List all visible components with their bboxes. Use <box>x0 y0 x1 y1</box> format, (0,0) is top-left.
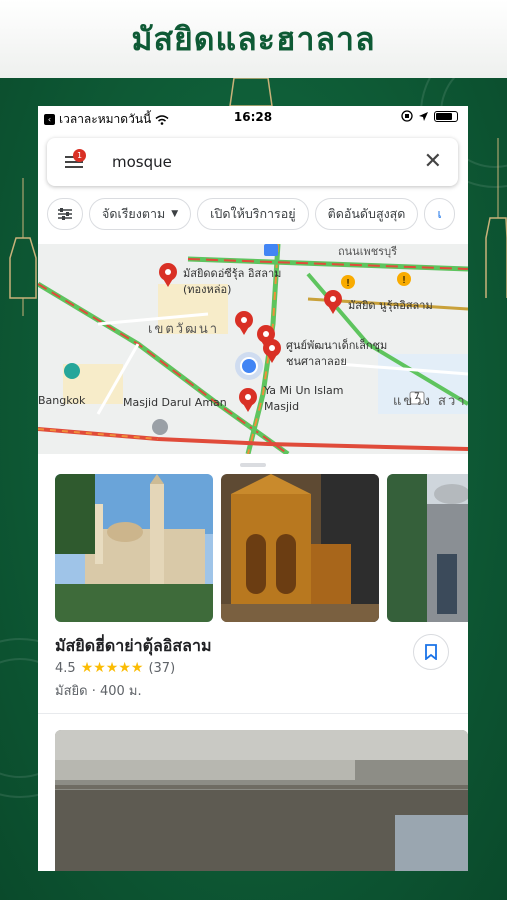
map-label-road-sign: 7 <box>414 392 420 402</box>
chip-top-rated[interactable]: ติดอันดับสูงสุด <box>314 198 419 230</box>
lantern-top-icon <box>229 78 273 107</box>
map-label-mosque-1-sub: (ทองหล่อ) <box>183 283 232 296</box>
map-label-center-sub: ชนศาลาลอย <box>286 355 347 368</box>
map-label-bangkok: Bangkok <box>38 394 86 407</box>
map-label-subdistrict: แขวง สวา <box>393 394 467 409</box>
place-photo[interactable] <box>55 474 213 622</box>
divider <box>38 713 468 714</box>
place-marker-icon <box>152 419 168 435</box>
svg-text:!: ! <box>346 278 350 289</box>
map-label-ya-mi-un: Ya Mi Un Islam <box>264 384 344 397</box>
banner-title: มัสยิดและฮาลาล <box>131 19 376 58</box>
chip-more[interactable]: เ <box>424 198 455 230</box>
map-label-ya-mi-un-sub: Masjid <box>264 400 300 413</box>
location-arrow-icon <box>419 111 428 121</box>
review-count: (37) <box>148 660 176 676</box>
chip-open-now[interactable]: เปิดให้บริการอยู่ <box>197 198 309 230</box>
svg-text:!: ! <box>402 275 406 286</box>
lantern-left-icon <box>9 178 37 316</box>
traffic-warning-icon: ! <box>397 272 411 286</box>
orientation-lock-icon <box>401 110 413 122</box>
chevron-down-icon: ▼ <box>171 209 179 219</box>
transit-icon <box>264 244 278 256</box>
banner: มัสยิดและฮาลาล <box>0 0 507 78</box>
map-label-road: ถนนเพชรบุรี <box>338 245 397 258</box>
lantern-right-icon <box>485 138 507 298</box>
chip-more-label: เ <box>437 206 442 221</box>
phone-screen: ‹ เวลาละหมาดวันนี้ 16:28 1 mosque ✕ จัดเ… <box>38 106 468 871</box>
place-meta: มัสยิด · 400 ม. <box>55 684 142 699</box>
notification-badge: 1 <box>73 149 86 162</box>
drag-handle[interactable] <box>240 463 266 467</box>
map-label-district: เขตวัฒนา <box>148 322 220 337</box>
chip-open-now-label: เปิดให้บริการอยู่ <box>210 206 296 221</box>
place-photo[interactable] <box>221 474 379 622</box>
traffic-warning-icon: ! <box>341 275 355 289</box>
chip-sort-by-label: จัดเรียงตาม <box>102 206 166 221</box>
map-label-mosque-2: มัสยิด นูรุ้ลอิสลาม <box>348 299 433 312</box>
status-bar: ‹ เวลาละหมาดวันนี้ 16:28 <box>38 106 468 130</box>
rating-value: 4.5 <box>55 660 76 676</box>
rating-row: 4.5 ★★★★★ (37) <box>55 660 175 676</box>
place-photo[interactable] <box>387 474 468 622</box>
save-button[interactable] <box>413 634 449 670</box>
status-icons <box>401 110 458 122</box>
filter-settings-button[interactable] <box>47 198 83 230</box>
chip-sort-by[interactable]: จัดเรียงตาม ▼ <box>89 198 192 230</box>
chip-top-rated-label: ติดอันดับสูงสุด <box>327 206 406 221</box>
battery-icon <box>434 110 458 122</box>
filter-chips: จัดเรียงตาม ▼ เปิดให้บริการอยู่ ติดอันดั… <box>47 198 468 232</box>
current-location-icon <box>235 352 263 380</box>
place-marker-icon <box>64 363 80 379</box>
results-sheet: มัสยิดฮี่ดาย่าตุ้ลอิสลาม 4.5 ★★★★★ (37) … <box>38 454 468 871</box>
search-input[interactable]: mosque <box>112 153 172 171</box>
place-name[interactable]: มัสยิดฮี่ดาย่าตุ้ลอิสลาม <box>55 634 211 659</box>
bookmark-icon <box>425 644 437 660</box>
search-bar[interactable]: 1 mosque ✕ <box>47 138 458 186</box>
place-photo[interactable] <box>55 730 468 871</box>
map-label-darul-aman: Masjid Darul Aman <box>123 396 227 409</box>
sliders-icon <box>58 208 72 220</box>
close-icon[interactable]: ✕ <box>424 151 442 173</box>
star-rating-icon: ★★★★★ <box>80 660 144 676</box>
photo-carousel[interactable] <box>55 474 468 622</box>
map-view[interactable]: ! ! มัสยิดดอ่ซีรุ้ล อิสลาม (ทองหล่อ) มัส… <box>38 244 468 454</box>
